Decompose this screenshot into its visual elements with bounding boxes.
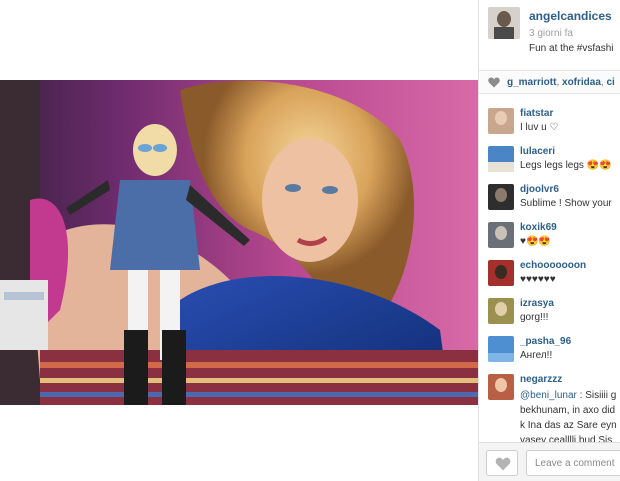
comment-text: gorg!!!	[520, 312, 549, 323]
commenter-avatar[interactable]	[488, 222, 514, 248]
commenter-avatar[interactable]	[488, 336, 514, 362]
commenter-username[interactable]: izrasya	[520, 298, 554, 309]
comments-list: fiatstar I luv u ♡ lulaceri Legs legs le…	[479, 100, 620, 442]
commenter-avatar[interactable]	[488, 108, 514, 134]
post-caption: Fun at the #vsfashi	[529, 43, 614, 54]
commenter-avatar[interactable]	[488, 298, 514, 324]
comment-text: Legs legs legs 😍😍	[520, 160, 612, 171]
comment-item: lulaceri Legs legs legs 😍😍	[479, 138, 620, 176]
comment-footer	[479, 442, 620, 481]
comment-input[interactable]	[526, 450, 620, 476]
commenter-username[interactable]: lulaceri	[520, 146, 555, 157]
commenter-username[interactable]: echooooooon	[520, 260, 586, 271]
heart-icon	[488, 77, 500, 88]
comment-text: Sublime ! Show your	[520, 198, 612, 209]
comment-item: _pasha_96 Ангел!!	[479, 328, 620, 366]
comment-text: ♥😍😍	[520, 236, 551, 247]
commenter-avatar[interactable]	[488, 260, 514, 286]
post-header: angelcandices 3 giorni fa Fun at the #vs…	[479, 0, 620, 66]
commenter-avatar[interactable]	[488, 184, 514, 210]
owner-username[interactable]: angelcandices	[529, 9, 612, 23]
like-user[interactable]: g_marriott	[507, 77, 556, 88]
heart-icon	[495, 457, 511, 471]
comment-item: fiatstar I luv u ♡	[479, 100, 620, 138]
post-timestamp: 3 giorni fa	[529, 28, 573, 39]
like-user[interactable]: ci	[606, 77, 614, 88]
post-photo[interactable]	[0, 80, 478, 405]
comment-text: @beni_lunar : Sisiiii g bekhunam, in axo…	[520, 390, 617, 442]
media-panel	[0, 0, 478, 481]
owner-avatar[interactable]	[488, 7, 520, 39]
commenter-username[interactable]: _pasha_96	[520, 336, 571, 347]
commenter-username[interactable]: koxik69	[520, 222, 557, 233]
comment-item: izrasya gorg!!!	[479, 290, 620, 328]
comment-item: negarzzz @beni_lunar : Sisiiii g bekhuna…	[479, 366, 620, 442]
like-user[interactable]: xofridaa	[562, 77, 601, 88]
comment-item: djoolvr6 Sublime ! Show your	[479, 176, 620, 214]
likes-list: g_marriott, xofridaa, ci	[507, 77, 615, 88]
post-photo-image	[0, 80, 478, 405]
commenter-username[interactable]: djoolvr6	[520, 184, 559, 195]
commenter-avatar[interactable]	[488, 374, 514, 400]
comment-text: Ангел!!	[520, 350, 553, 361]
commenter-avatar[interactable]	[488, 146, 514, 172]
likes-bar: g_marriott, xofridaa, ci	[479, 70, 620, 94]
comment-text: I luv u ♡	[520, 122, 559, 133]
commenter-username[interactable]: negarzzz	[520, 374, 562, 385]
comment-item: echooooooon ♥♥♥♥♥♥	[479, 252, 620, 290]
comment-mention[interactable]: @beni_lunar	[520, 390, 577, 401]
post-sidebar: angelcandices 3 giorni fa Fun at the #vs…	[478, 0, 620, 481]
comment-item: koxik69 ♥😍😍	[479, 214, 620, 252]
comment-text: ♥♥♥♥♥♥	[520, 274, 556, 285]
commenter-username[interactable]: fiatstar	[520, 108, 553, 119]
like-button[interactable]	[486, 450, 518, 476]
